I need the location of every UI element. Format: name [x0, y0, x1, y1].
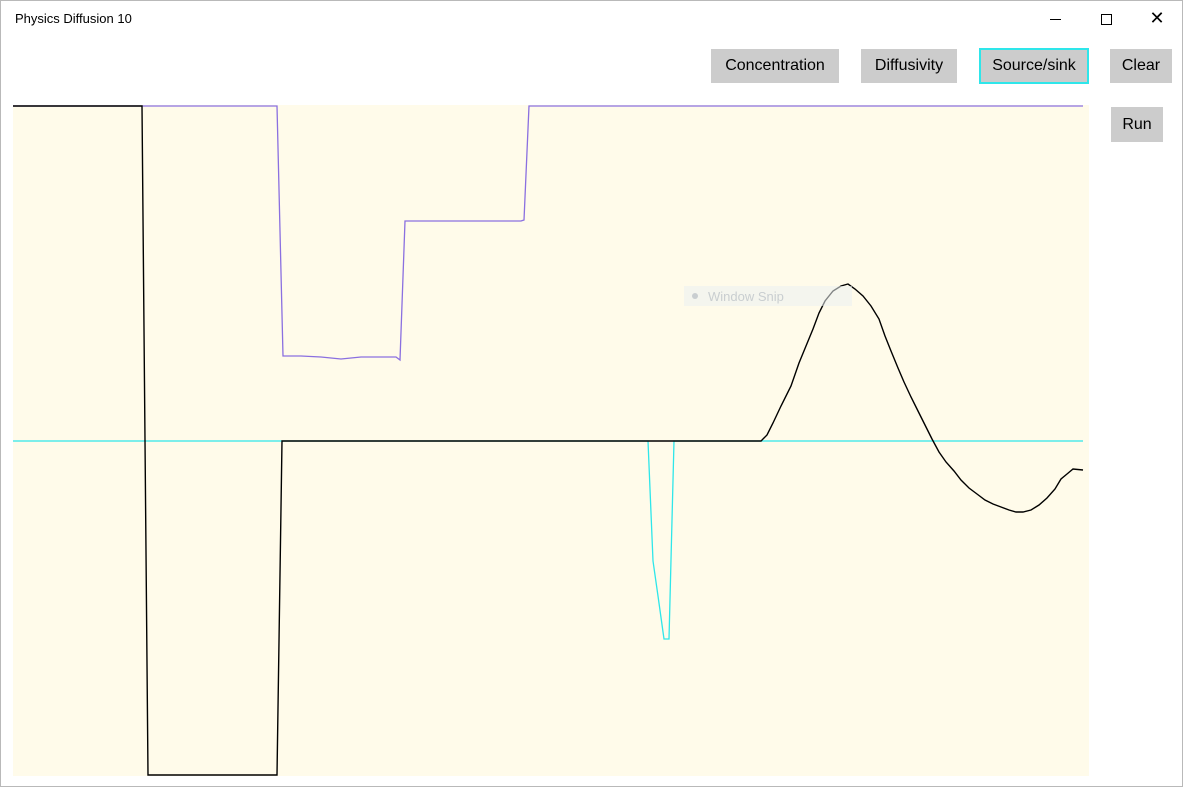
snip-icon [692, 293, 698, 299]
app-window: Physics Diffusion 10 ✕ Concentration Dif… [0, 0, 1183, 787]
plot-curves[interactable] [1, 1, 1182, 786]
window-snip-label: Window Snip [708, 288, 784, 304]
source-sink-curve[interactable] [13, 440, 1083, 640]
diffusivity-curve[interactable] [13, 105, 1083, 362]
window-snip-tooltip: Window Snip [684, 286, 852, 306]
